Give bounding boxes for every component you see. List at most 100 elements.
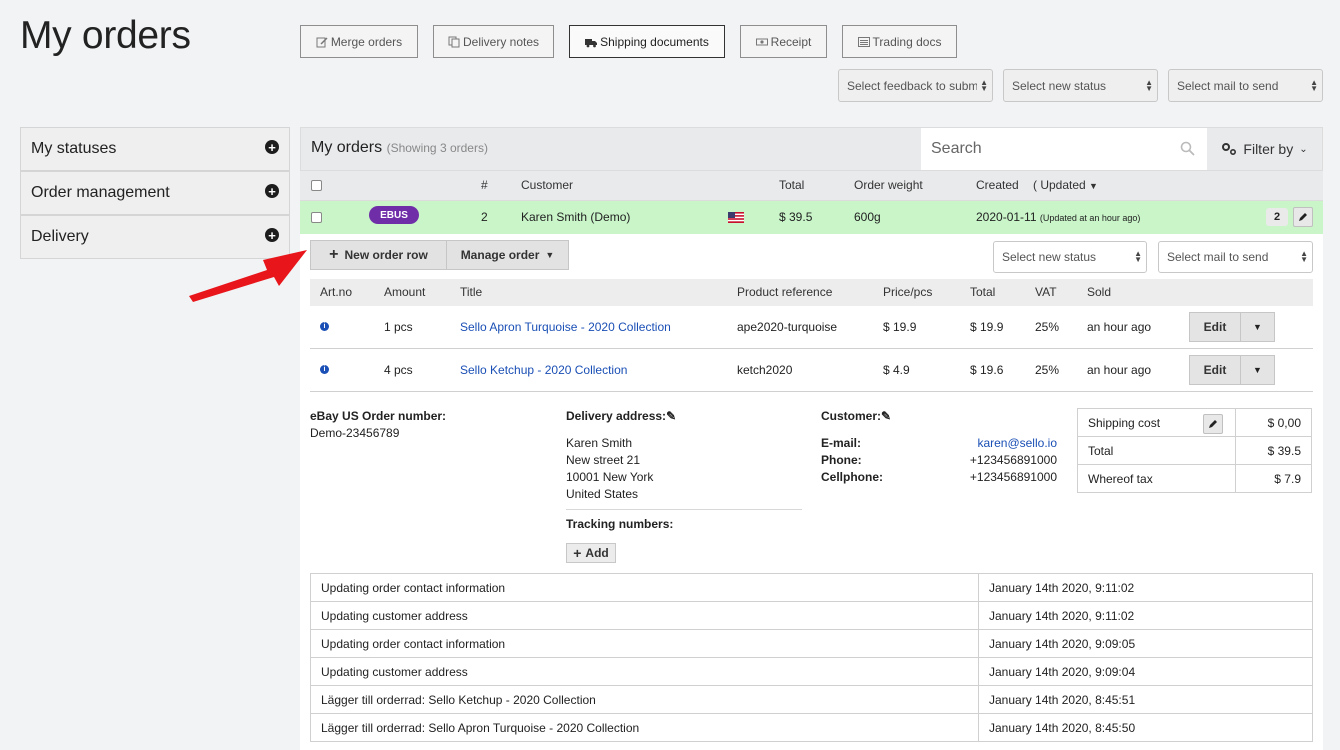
add-tracking-button[interactable]: + Add (566, 543, 616, 563)
delivery-address-line: United States (566, 487, 639, 501)
order-customer: Karen Smith (Demo) (521, 210, 631, 224)
cellphone-label: Cellphone: (821, 470, 883, 484)
order-status-select[interactable]: Select new status ▲ ▼ (993, 241, 1147, 273)
log-text: Updating customer address (310, 601, 979, 630)
pencil-icon[interactable]: ✎ (666, 409, 676, 423)
plus-circle-icon[interactable]: + (265, 140, 279, 154)
trading-docs-label: Trading docs (872, 34, 942, 49)
shipping-documents-button[interactable]: Shipping documents (569, 25, 725, 58)
trading-docs-button[interactable]: Trading docs (842, 25, 957, 58)
item-edit-button[interactable]: Edit (1190, 356, 1241, 384)
orders-title-text: My orders (311, 139, 383, 156)
search-placeholder: Search (931, 140, 982, 157)
edit-shipping-button[interactable] (1203, 414, 1223, 434)
order-checkbox[interactable] (311, 212, 322, 223)
caret-down-icon[interactable]: ▼ (1241, 313, 1274, 341)
item-edit-button[interactable]: Edit (1190, 313, 1241, 341)
log-row: Updating order contact information Januar… (310, 629, 1313, 658)
sidebar-item-label: My statuses (31, 140, 117, 157)
customer-label: Customer:✎ (821, 409, 891, 423)
info-icon[interactable]: i (320, 365, 329, 374)
column-header-amount: Amount (384, 285, 426, 299)
email-link[interactable]: karen@sello.io (977, 436, 1057, 450)
ebay-order-label: eBay US Order number: (310, 409, 447, 423)
shipping-cost-label: Shipping cost (1088, 415, 1161, 430)
item-price: $ 4.9 (883, 363, 910, 377)
total-value: $ 39.5 (1235, 436, 1312, 465)
log-row: Updating order contact information Januar… (310, 573, 1313, 602)
marketplace-badge: EBUS (369, 206, 419, 224)
column-header-customer: Customer (521, 178, 574, 192)
manage-order-button[interactable]: Manage order ▼ (446, 240, 569, 270)
email-label: E-mail: (821, 436, 862, 450)
search-icon (1180, 141, 1195, 156)
plus-circle-icon[interactable]: + (265, 184, 279, 198)
info-icon[interactable]: i (320, 322, 329, 331)
log-time: January 14th 2020, 9:09:04 (978, 657, 1313, 686)
column-header-item-total: Total (970, 285, 996, 299)
item-amount: 1 pcs (384, 320, 413, 334)
select-arrows-icon: ▲ ▼ (1300, 249, 1308, 264)
delivery-notes-button[interactable]: Delivery notes (433, 25, 554, 58)
item-total: $ 19.6 (970, 363, 1004, 377)
merge-orders-button[interactable]: Merge orders (300, 25, 418, 58)
column-header-price: Price/pcs (883, 285, 933, 299)
pencil-icon (1209, 420, 1217, 428)
order-weight: 600g (854, 210, 881, 224)
new-order-row-button[interactable]: + New order row (310, 240, 447, 270)
select-arrows-icon: ▲ ▼ (1310, 77, 1318, 93)
shipping-documents-label: Shipping documents (600, 34, 709, 49)
orders-title: My orders (Showing 3 orders) (311, 139, 488, 157)
order-mail-select[interactable]: Select mail to send ▲ ▼ (1158, 241, 1313, 273)
filter-by-button[interactable]: Filter by ⌄ (1207, 128, 1322, 170)
edit-order-button[interactable] (1293, 207, 1313, 227)
status-select[interactable]: Select new status ▲ ▼ (1003, 69, 1158, 102)
receipt-button[interactable]: Receipt (740, 25, 827, 58)
caret-down-icon[interactable]: ▼ (1241, 356, 1274, 384)
orders-table-header (300, 171, 1323, 201)
item-title-link[interactable]: Sello Ketchup - 2020 Collection (460, 363, 627, 377)
select-arrows-icon: ▲ ▼ (1145, 77, 1153, 93)
item-title-link[interactable]: Sello Apron Turquoise - 2020 Collection (460, 320, 671, 334)
mail-select[interactable]: Select mail to send ▲ ▼ (1168, 69, 1323, 102)
log-row: Updating customer address January 14th 20… (310, 657, 1313, 686)
caret-down-icon: ▼ (545, 250, 555, 260)
log-time: January 14th 2020, 9:11:02 (978, 573, 1313, 602)
select-arrows-icon: ▲ ▼ (980, 77, 988, 93)
chevron-down-icon: ⌄ (1299, 143, 1308, 155)
pencil-icon[interactable]: ✎ (881, 409, 891, 423)
tax-label: Whereof tax (1077, 464, 1236, 493)
column-header-weight: Order weight (854, 178, 923, 192)
select-all-checkbox[interactable] (311, 180, 322, 191)
item-reference: ape2020-turquoise (737, 320, 838, 334)
item-price: $ 19.9 (883, 320, 917, 334)
divider (566, 509, 802, 510)
column-header-updated[interactable]: ( Updated ▼ (1033, 178, 1098, 192)
item-sold: an hour ago (1087, 320, 1152, 334)
sidebar-item-label: Delivery (31, 228, 89, 245)
column-header-vat: VAT (1035, 285, 1057, 299)
log-time: January 14th 2020, 8:45:50 (978, 713, 1313, 742)
delivery-address-line: 10001 New York (566, 470, 654, 484)
feedback-select[interactable]: Select feedback to subm ▲ ▼ (838, 69, 993, 102)
sidebar-item-order-management[interactable]: Order management + (20, 171, 290, 215)
order-number: 2 (481, 210, 488, 224)
order-mail-select-value: Select mail to send (1167, 250, 1269, 264)
delivery-address-line: New street 21 (566, 453, 641, 467)
caret-down-icon: ▼ (1089, 181, 1098, 191)
log-text: Lägger till orderrad: Sello Ketchup - 20… (310, 685, 979, 714)
summary-row: Whereof tax $ 7.9 (1077, 464, 1312, 493)
column-header-created[interactable]: Created (976, 178, 1019, 192)
mail-select-value: Select mail to send (1177, 78, 1279, 93)
log-time: January 14th 2020, 9:09:05 (978, 629, 1313, 658)
ebay-order-number: Demo-23456789 (310, 426, 400, 440)
sidebar-item-my-statuses[interactable]: My statuses + (20, 127, 290, 171)
new-order-row-label: New order row (344, 248, 428, 262)
red-arrow-icon (189, 250, 307, 302)
merge-orders-label: Merge orders (330, 34, 403, 49)
gears-icon (1222, 143, 1237, 156)
item-vat: 25% (1035, 320, 1060, 334)
plus-icon: + (573, 545, 582, 561)
search-input[interactable]: Search (921, 128, 1207, 170)
order-log-table: Updating order contact information Januar… (310, 573, 1313, 742)
